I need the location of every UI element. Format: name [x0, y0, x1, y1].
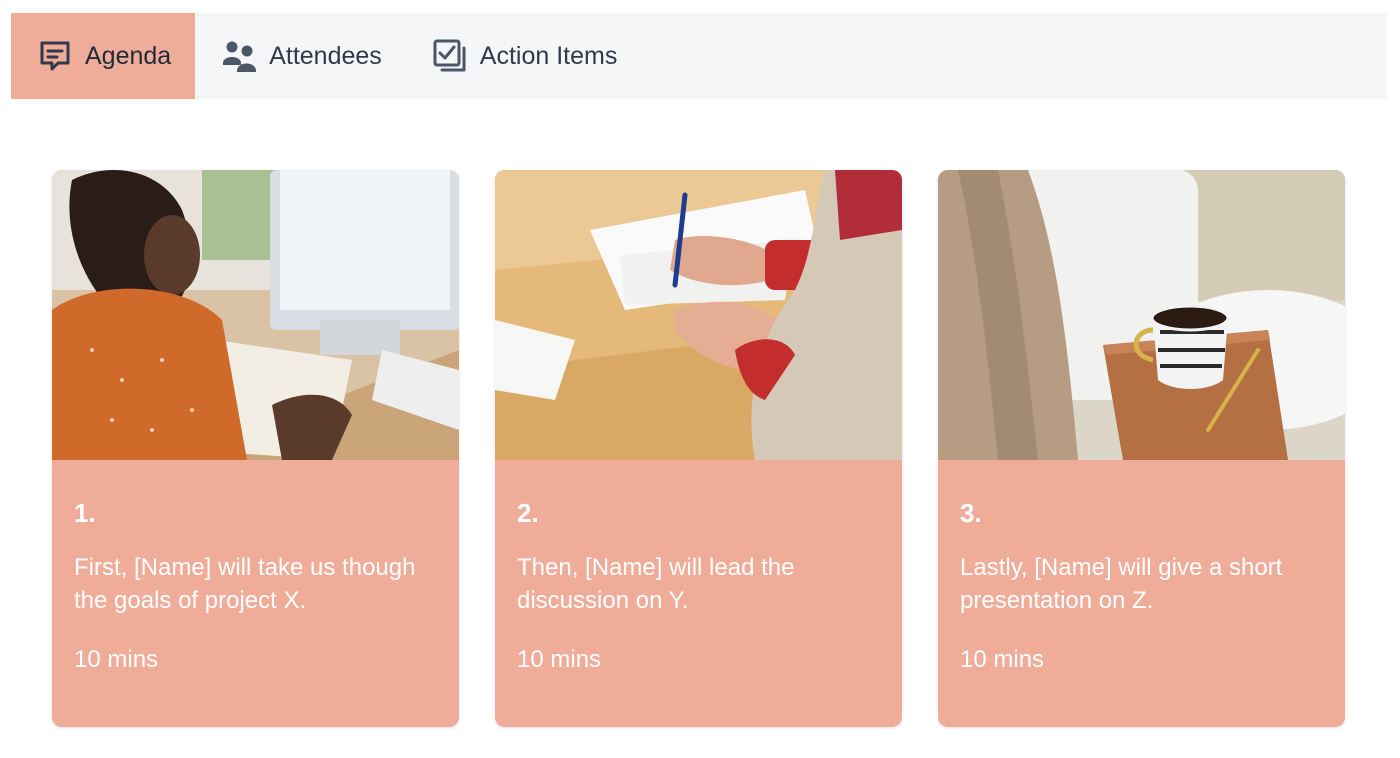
agenda-item-duration: 10 mins [74, 646, 159, 673]
tab-attendees[interactable]: Attendees [195, 13, 406, 99]
photo-woman-writing-at-desk [52, 170, 459, 460]
tab-action-items[interactable]: Action Items [406, 13, 642, 99]
agenda-item-number: 1. [74, 498, 96, 528]
tab-agenda[interactable]: Agenda [11, 13, 196, 99]
tab-attendees-label: Attendees [269, 41, 382, 70]
agenda-item-number: 2. [517, 498, 539, 528]
agenda-icon [37, 38, 73, 74]
agenda-item-duration: 10 mins [960, 646, 1045, 673]
agenda-item-description: First, [Name] will take us though the go… [74, 554, 416, 614]
agenda-item-description: Lastly, [Name] will give a short present… [960, 554, 1283, 614]
agenda-card-body: 3. Lastly, [Name] will give a short pres… [938, 498, 1345, 674]
agenda-item-number: 3. [960, 498, 982, 528]
agenda-card-body: 1. First, [Name] will take us though the… [52, 498, 459, 674]
agenda-card[interactable]: 3. Lastly, [Name] will give a short pres… [938, 170, 1345, 727]
tab-agenda-label: Agenda [85, 41, 172, 70]
agenda-card[interactable]: 1. First, [Name] will take us though the… [52, 170, 459, 727]
agenda-cards: 1. First, [Name] will take us though the… [52, 170, 1345, 727]
attendees-icon [221, 38, 257, 74]
photo-coffee-cup-on-notebook [938, 170, 1345, 460]
agenda-card-body: 2. Then, [Name] will lead the discussion… [495, 498, 902, 674]
tab-bar: Agenda Attendees Action Items [11, 13, 1386, 99]
tab-action-items-label: Action Items [479, 41, 618, 70]
agenda-item-duration: 10 mins [517, 646, 602, 673]
agenda-card[interactable]: 2. Then, [Name] will lead the discussion… [495, 170, 902, 727]
photo-hands-writing-notes [495, 170, 902, 460]
checklist-icon [432, 38, 468, 74]
agenda-item-description: Then, [Name] will lead the discussion on… [517, 554, 795, 614]
